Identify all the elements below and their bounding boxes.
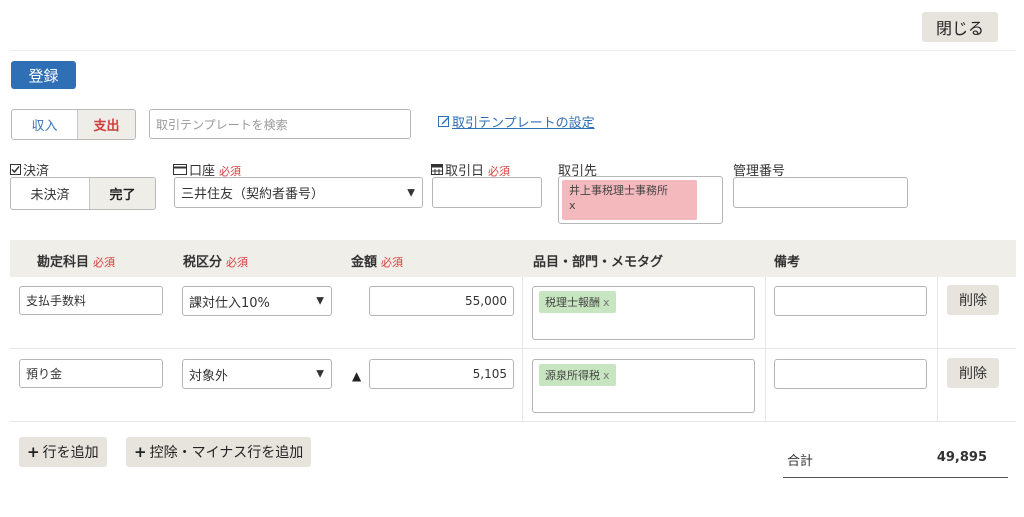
memo-tag: 税理士報酬 x (539, 291, 616, 313)
tax-select-value: 対象外 (189, 368, 229, 384)
template-settings-label: 取引テンプレートの設定 (452, 116, 595, 131)
amount-input[interactable]: 5,105 (369, 359, 514, 389)
total-value: 49,895 (936, 450, 987, 465)
header-tax-required: 必須 (226, 256, 249, 269)
table-header (10, 240, 1016, 277)
amount-input[interactable]: 55,000 (369, 286, 514, 316)
memo-tag-label: 税理士報酬 (545, 296, 600, 309)
plus-icon: + (27, 443, 40, 461)
column-divider (522, 277, 523, 422)
partner-tag-label: 井上事税理士事務所 (569, 184, 668, 197)
add-row-button[interactable]: + 行を追加 (19, 437, 107, 467)
partner-tag-remove[interactable]: x (569, 198, 690, 213)
header-account-item: 勘定科目 必須 (37, 251, 115, 270)
checkbox-icon (10, 164, 21, 178)
account-item-value: 支払手数料 (26, 294, 87, 308)
income-option[interactable]: 収入 (12, 110, 77, 139)
header-note: 備考 (774, 255, 801, 270)
add-minus-row-label: 控除・マイナス行を追加 (149, 445, 304, 461)
amount-value: 55,000 (465, 294, 507, 308)
header-tax: 税区分 必須 (183, 251, 248, 270)
header-account-item-required: 必須 (93, 256, 116, 269)
header-tax-text: 税区分 (183, 255, 223, 270)
amount-value: 5,105 (472, 367, 507, 381)
delete-row-button[interactable]: 削除 (947, 358, 999, 388)
bank-card-icon (173, 164, 187, 178)
date-input[interactable] (432, 177, 542, 208)
column-divider (765, 277, 766, 422)
chevron-down-icon: ▼ (407, 187, 415, 198)
delete-row-button[interactable]: 削除 (947, 285, 999, 315)
account-select[interactable]: 三井住友（契約者番号） ▼ (174, 177, 423, 208)
header-amount: 金額 必須 (351, 251, 403, 270)
plus-icon: + (134, 443, 147, 461)
tax-select-value: 課対仕入10% (189, 295, 270, 311)
edit-icon (438, 115, 450, 130)
memo-tag-label: 源泉所得税 (545, 369, 600, 382)
account-select-value: 三井住友（契約者番号） (181, 187, 325, 202)
minus-triangle-icon: ▲ (352, 369, 362, 383)
memo-tag-remove[interactable]: x (603, 369, 610, 382)
expense-option[interactable]: 支出 (77, 110, 135, 139)
total-underline (783, 477, 1008, 478)
add-row-label: 行を追加 (42, 445, 99, 461)
type-toggle: 収入 支出 (11, 109, 136, 140)
account-item-input[interactable]: 支払手数料 (19, 286, 163, 315)
header-divider (10, 50, 1016, 51)
close-button[interactable]: 閉じる (922, 12, 998, 42)
partner-tag: 井上事税理士事務所 x (562, 180, 697, 220)
add-minus-row-button[interactable]: + 控除・マイナス行を追加 (126, 437, 312, 467)
template-search-placeholder: 取引テンプレートを検索 (156, 117, 288, 132)
unsettled-option[interactable]: 未決済 (11, 178, 89, 209)
note-input[interactable] (774, 359, 927, 389)
template-search-input[interactable]: 取引テンプレートを検索 (149, 109, 411, 139)
header-amount-required: 必須 (381, 256, 404, 269)
chevron-down-icon: ▼ (316, 295, 324, 307)
settlement-toggle: 未決済 完了 (10, 177, 156, 210)
column-divider (937, 277, 938, 422)
memo-tag-input[interactable]: 税理士報酬 x (532, 286, 755, 340)
account-item-input[interactable]: 預り金 (19, 359, 163, 388)
tax-select[interactable]: 課対仕入10% ▼ (182, 286, 332, 316)
ref-number-input[interactable] (733, 177, 908, 208)
memo-tag-remove[interactable]: x (603, 296, 610, 309)
note-input[interactable] (774, 286, 927, 316)
template-settings-link[interactable]: 取引テンプレートの設定 (438, 112, 595, 131)
memo-tag: 源泉所得税 x (539, 364, 616, 386)
header-tags: 品目・部門・メモタグ (533, 255, 664, 270)
done-option[interactable]: 完了 (89, 178, 155, 209)
total-label: 合計 (787, 454, 814, 469)
partner-input[interactable]: 井上事税理士事務所 x (558, 176, 723, 224)
tax-select[interactable]: 対象外 ▼ (182, 359, 332, 389)
register-button[interactable]: 登録 (11, 61, 76, 89)
chevron-down-icon: ▼ (316, 368, 324, 380)
calendar-icon (431, 163, 443, 178)
account-item-value: 預り金 (26, 367, 63, 381)
memo-tag-input[interactable]: 源泉所得税 x (532, 359, 755, 413)
header-account-item-text: 勘定科目 (37, 255, 90, 270)
header-amount-text: 金額 (351, 255, 378, 270)
